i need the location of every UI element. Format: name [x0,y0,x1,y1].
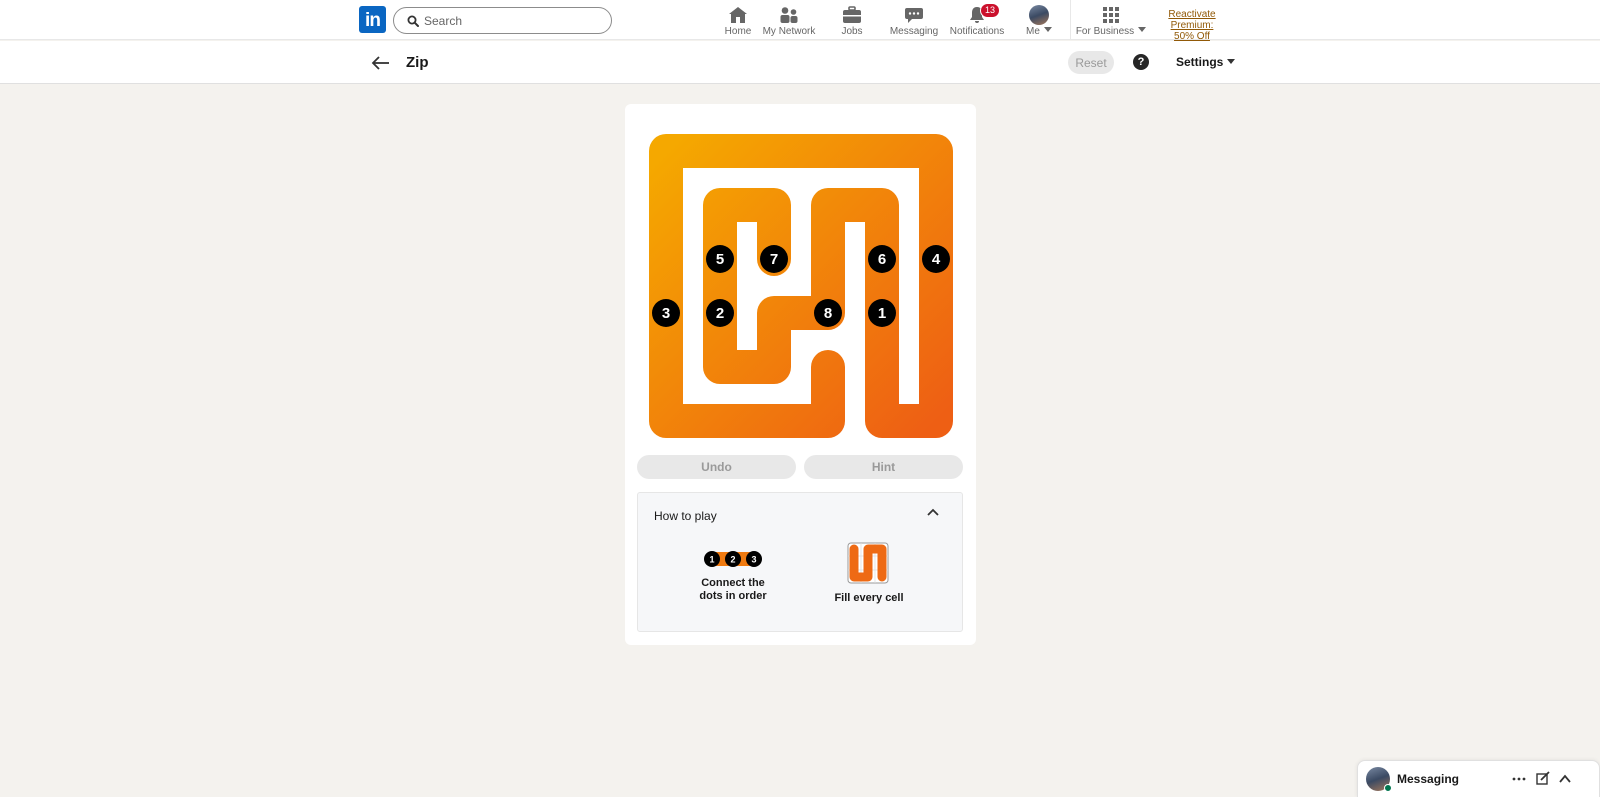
search-icon [407,15,419,27]
top-nav: in Home My Network Jobs Messaging 13 Not… [0,0,1600,42]
nav-my-network-label: My Network [762,26,816,37]
connect-line-2: dots in order [699,590,767,602]
hint-button[interactable]: Hint [804,455,963,479]
home-icon [729,7,747,23]
back-arrow-icon[interactable] [370,52,392,74]
nav-for-business-label: For Business [1075,26,1135,37]
settings-dropdown[interactable]: Settings [1176,55,1236,69]
game-header: Zip Reset ? Settings [0,41,1600,84]
zip-board[interactable]: 1 2 3 4 5 6 7 8 [639,124,963,448]
chevron-up-icon[interactable] [926,507,940,517]
fill-cells-caption: Fill every cell [834,592,904,604]
avatar [1029,5,1049,25]
board-dot-label-4: 4 [932,251,941,268]
messaging-bar[interactable]: Messaging [1357,760,1600,797]
board-dot-label-3: 3 [662,305,670,322]
board-dot-label-6: 6 [878,251,886,268]
compose-icon[interactable] [1536,770,1550,788]
chevron-up-icon[interactable] [1558,770,1572,788]
nav-my-network[interactable]: My Network [760,4,818,38]
settings-label: Settings [1176,55,1224,69]
nav-me[interactable]: Me [1022,4,1056,38]
chevron-down-icon [1227,59,1236,64]
briefcase-icon [843,6,861,23]
reset-button[interactable]: Reset [1068,51,1114,74]
board-dot-label-5: 5 [716,251,724,268]
board-dot-label-7: 7 [770,251,778,268]
linkedin-logo[interactable]: in [359,6,386,33]
search-box[interactable] [393,7,612,34]
chevron-down-icon [1043,27,1052,32]
reactivate-premium-link[interactable]: Reactivate Premium: 50% Off [1146,9,1238,42]
board-dot-label-8: 8 [824,305,832,322]
demo-dot-label-3: 3 [751,555,756,565]
how-to-play-title: How to play [654,509,717,523]
nav-messaging-label: Messaging [889,26,939,37]
nav-home-label: Home [724,26,752,37]
nav-jobs-label: Jobs [841,26,863,37]
search-input[interactable] [424,11,604,31]
nav-divider [1070,0,1071,40]
premium-line-1: Reactivate Premium: [1168,9,1216,31]
chevron-down-icon [1138,27,1147,32]
people-icon [780,7,798,23]
nav-jobs[interactable]: Jobs [828,4,876,38]
more-options-icon[interactable] [1512,770,1526,788]
nav-me-label: Me [1026,26,1040,37]
nav-notifications-label: Notifications [949,26,1005,37]
nav-for-business[interactable]: For Business [1075,4,1147,38]
connect-line-1: Connect the [701,577,765,589]
chat-icon [905,8,923,23]
demo-dot-label-1: 1 [709,555,714,565]
board-dot-label-1: 1 [878,305,886,322]
how-to-play-panel: How to play 1 2 3 Connect the dots in orde… [637,492,963,632]
messaging-title: Messaging [1397,772,1460,786]
undo-button[interactable]: Undo [637,455,796,479]
demo-dot-label-2: 2 [730,555,735,565]
connect-dots-caption: Connect the dots in order [688,577,778,603]
notification-badge: 13 [980,3,1001,18]
game-card: 1 2 3 4 5 6 7 8 Undo Hint How to play 1 2 3 Conne… [625,104,976,645]
nav-notifications[interactable]: 13 Notifications [946,3,1008,38]
grid-icon [1103,7,1119,23]
online-status-dot [1384,784,1392,792]
nav-home[interactable]: Home [714,4,762,38]
help-icon[interactable]: ? [1133,54,1149,70]
connect-dots-illustration: 1 2 3 [704,551,762,567]
nav-messaging[interactable]: Messaging [884,4,944,38]
page-title: Zip [406,54,429,71]
fill-cells-illustration [847,542,889,584]
board-dot-label-2: 2 [716,305,724,322]
